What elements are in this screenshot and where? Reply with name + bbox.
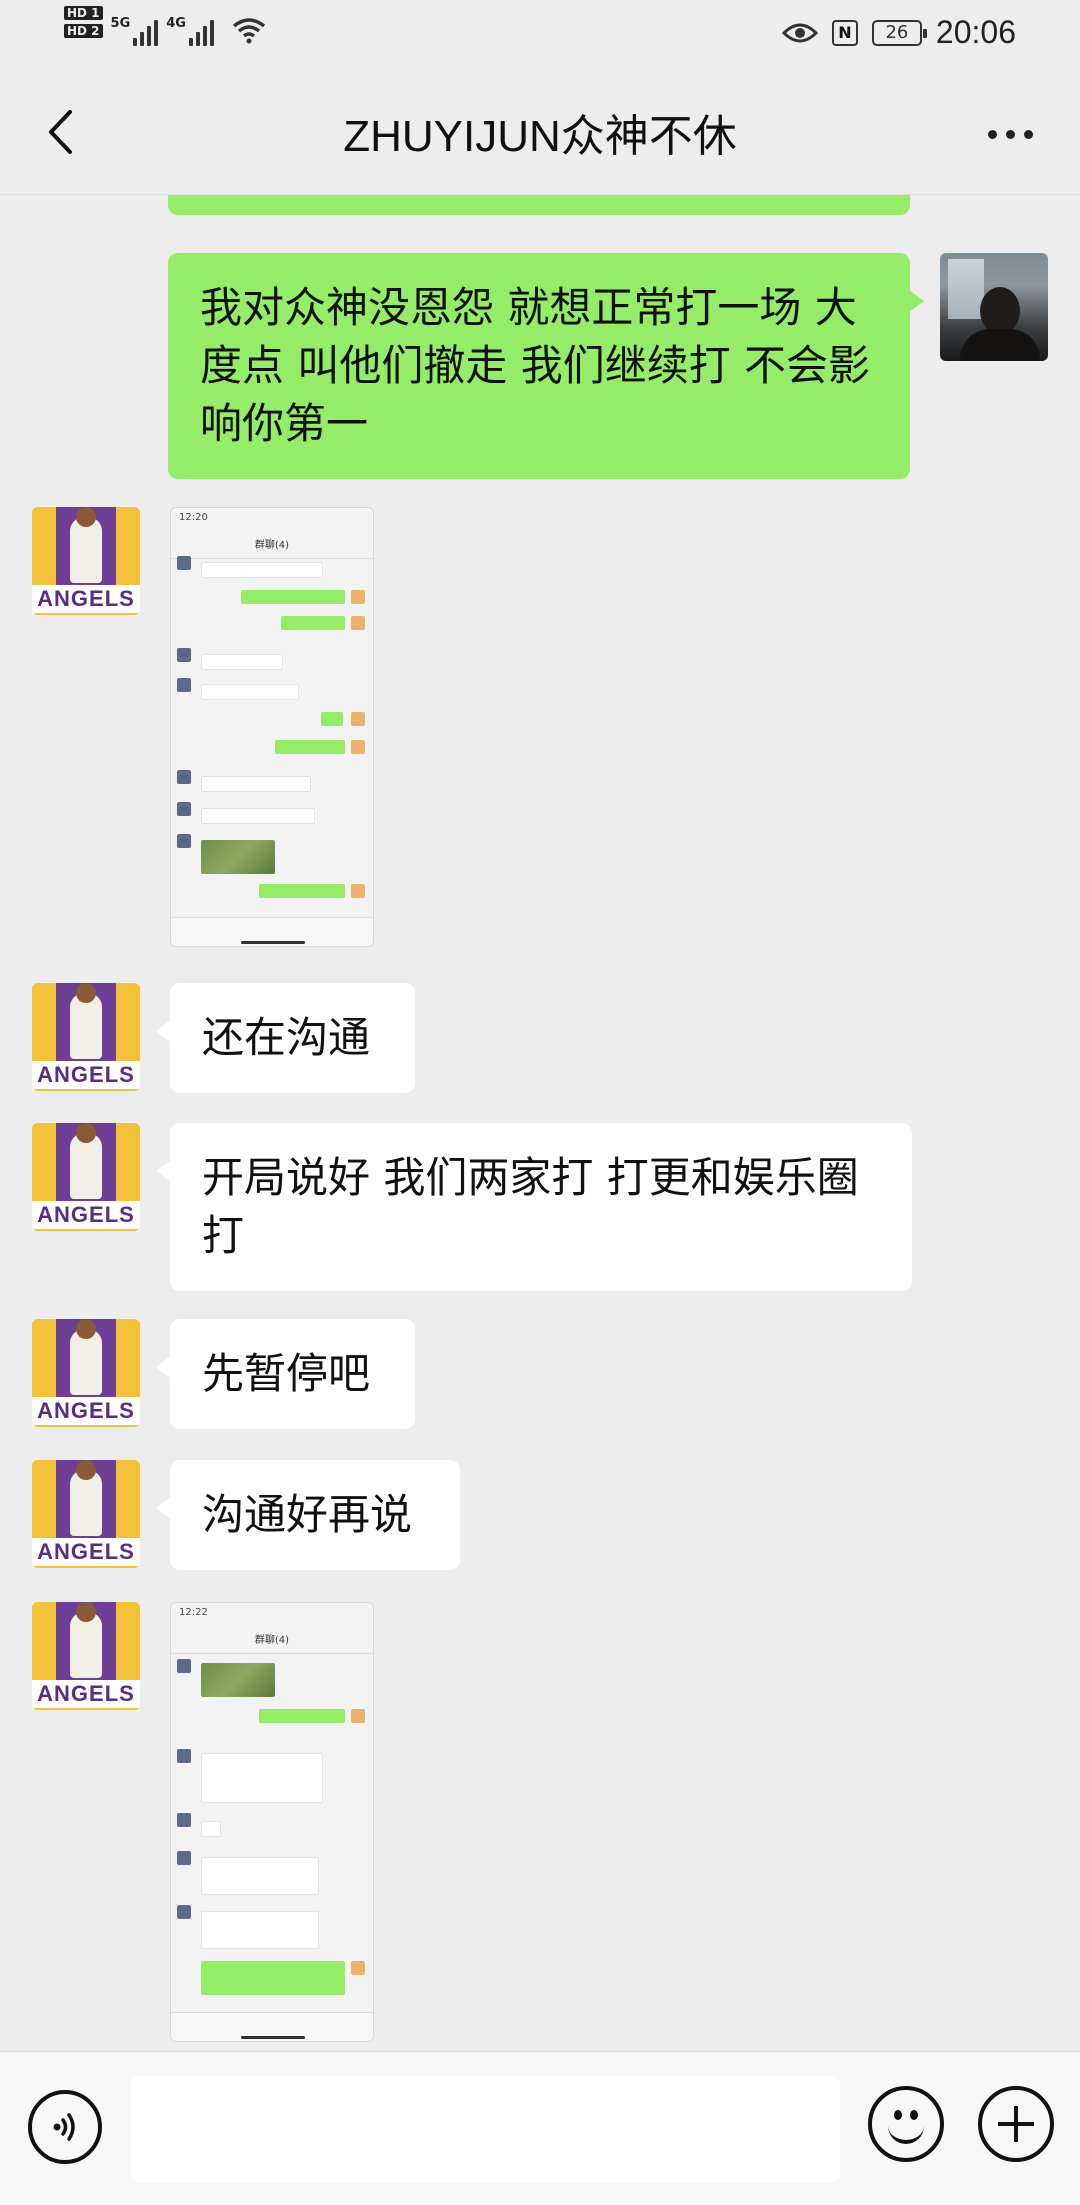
more-dots-icon xyxy=(987,129,997,139)
chat-area[interactable]: 我对众神没恩怨 就想正常打一场 大度点 叫他们撤走 我们继续打 不会影响你第一 … xyxy=(0,195,1080,2050)
message-bubble-theirs[interactable]: 还在沟通 xyxy=(156,983,415,1093)
signal-icon: 5G xyxy=(111,6,159,46)
message-text: 我对众神没恩怨 就想正常打一场 大度点 叫他们撤走 我们继续打 不会影响你第一 xyxy=(200,283,871,448)
message-text: 沟通好再说 xyxy=(202,1490,413,1539)
status-bar: HD 1 HD 2 5G 4G N 26 20:06 xyxy=(0,0,1080,72)
previous-message-bubble[interactable] xyxy=(168,195,910,215)
battery-icon: 26 xyxy=(871,19,927,46)
status-left: HD 1 HD 2 5G 4G xyxy=(64,6,266,46)
message-bubble-theirs[interactable]: 先暂停吧 xyxy=(156,1319,415,1429)
contact-avatar[interactable]: ANGELS xyxy=(32,1123,140,1231)
nfc-icon: N xyxy=(831,19,858,46)
status-right: N 26 20:06 xyxy=(781,14,1016,51)
contact-avatar[interactable]: ANGELS xyxy=(32,983,140,1091)
contact-avatar[interactable]: ANGELS xyxy=(32,1602,140,1710)
screenshot-image-message[interactable]: 12:20 群聊(4) xyxy=(170,507,374,947)
message-bubble-mine[interactable]: 我对众神没恩怨 就想正常打一场 大度点 叫他们撤走 我们继续打 不会影响你第一 xyxy=(168,253,924,479)
input-bar xyxy=(0,2051,1080,2205)
sim1-label: HD 1 xyxy=(64,6,103,20)
plus-button[interactable] xyxy=(978,2086,1054,2162)
avatar-text: ANGELS xyxy=(32,585,140,613)
sim2-label: HD 2 xyxy=(64,24,103,38)
emoji-icon xyxy=(894,2110,902,2120)
contact-avatar[interactable]: ANGELS xyxy=(32,507,140,615)
status-time: 20:06 xyxy=(935,14,1016,50)
eye-icon xyxy=(781,23,818,42)
wifi-icon xyxy=(232,18,266,44)
contact-avatar[interactable]: ANGELS xyxy=(32,1319,140,1427)
sim-labels: HD 1 HD 2 xyxy=(64,6,103,38)
more-button[interactable] xyxy=(970,104,1050,164)
network-label-1: 5G xyxy=(110,16,131,31)
screenshot-image-message[interactable]: 12:22 群聊(4) xyxy=(170,1602,374,2042)
message-text: 还在沟通 xyxy=(202,1013,371,1062)
chat-header: ZHUYIJUN众神不休 xyxy=(0,72,1080,195)
message-text: 先暂停吧 xyxy=(202,1349,371,1398)
message-bubble-theirs[interactable]: 开局说好 我们两家打 打更和娱乐圈打 xyxy=(156,1123,912,1291)
my-avatar[interactable] xyxy=(940,253,1048,361)
thumb-time: 12:22 xyxy=(179,1607,208,1618)
signal-icon-2: 4G xyxy=(166,6,214,46)
voice-button[interactable] xyxy=(28,2090,102,2164)
chat-title: ZHUYIJUN众神不休 xyxy=(343,112,737,161)
network-label-2: 4G xyxy=(166,16,186,31)
contact-avatar[interactable]: ANGELS xyxy=(32,1460,140,1568)
message-input[interactable] xyxy=(130,2076,840,2182)
thumb-title: 群聊(4) xyxy=(171,1631,373,1654)
message-bubble-theirs[interactable]: 沟通好再说 xyxy=(156,1460,460,1570)
emoji-button[interactable] xyxy=(868,2086,944,2162)
thumb-title: 群聊(4) xyxy=(171,536,373,559)
thumb-time: 12:20 xyxy=(179,512,208,523)
battery-level: 26 xyxy=(885,22,909,43)
voice-icon xyxy=(53,2113,75,2141)
message-text: 开局说好 我们两家打 打更和娱乐圈打 xyxy=(202,1153,859,1260)
